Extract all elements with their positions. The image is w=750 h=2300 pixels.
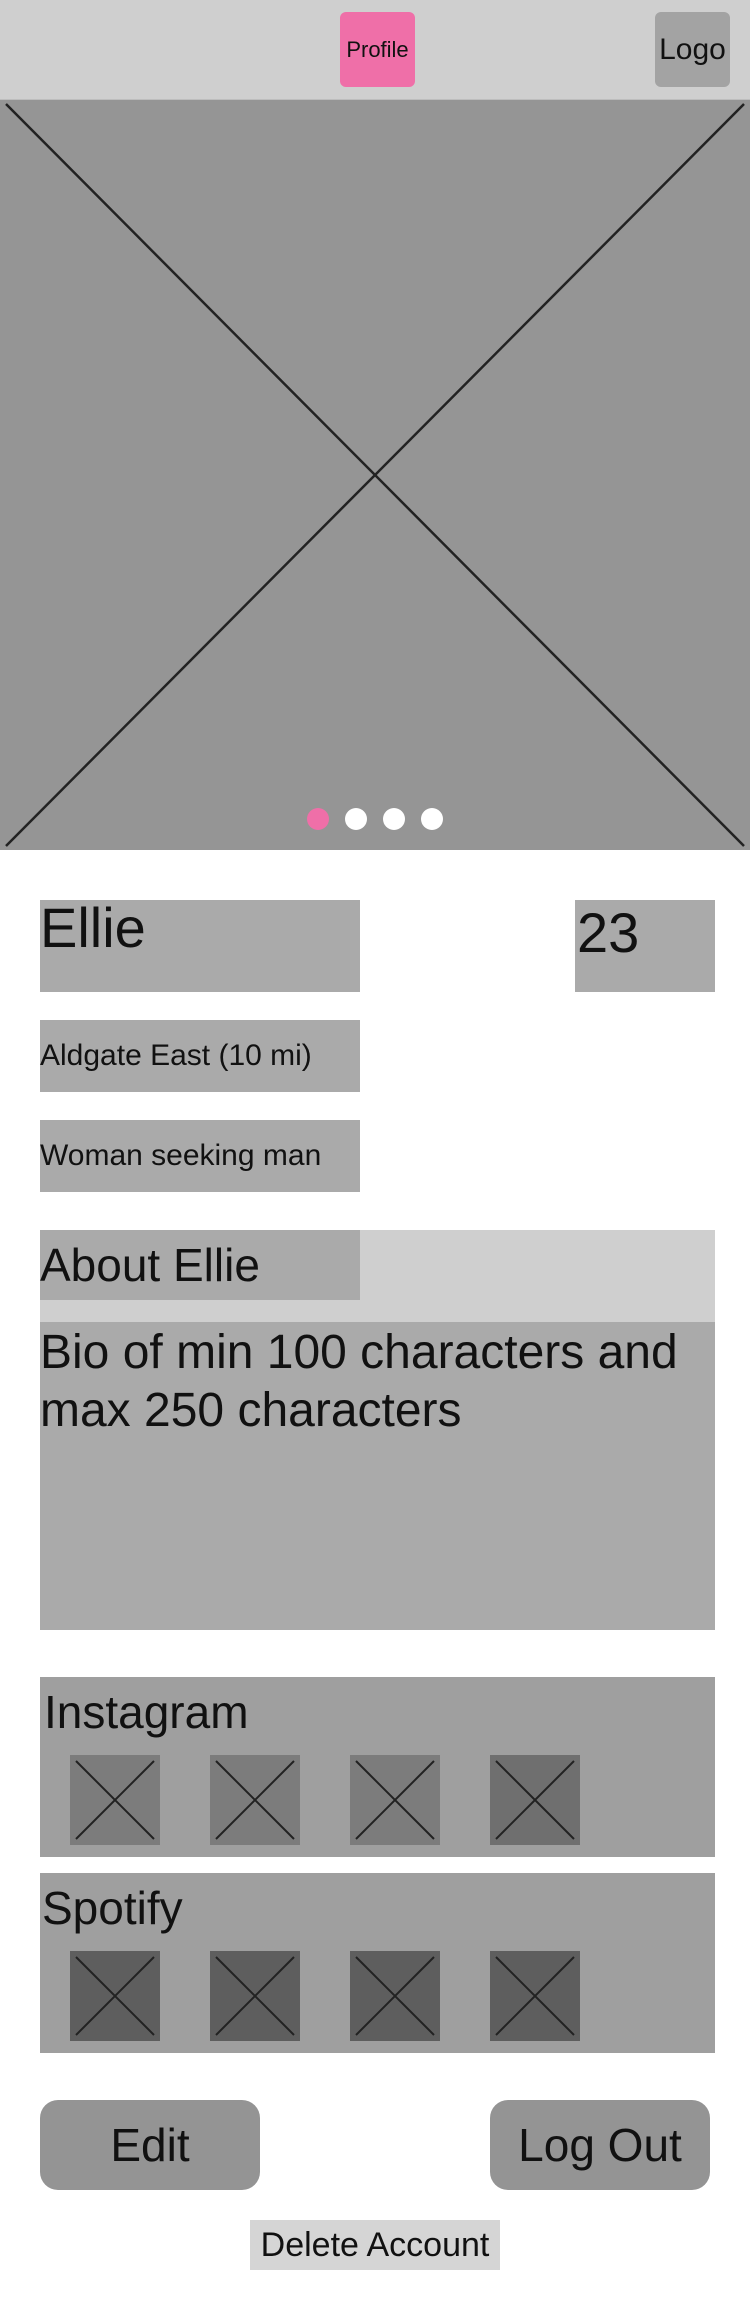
instagram-thumbnail[interactable] [210,1755,300,1845]
spotify-section: Spotify [40,1873,715,2053]
instagram-section: Instagram [40,1677,715,1857]
carousel-dot-3[interactable] [383,808,405,830]
instagram-thumbnail[interactable] [70,1755,160,1845]
about-title: About Ellie [40,1230,360,1300]
spotify-thumbnail[interactable] [210,1951,300,2041]
profile-age: 23 [575,900,715,992]
instagram-thumbnail[interactable] [490,1755,580,1845]
image-placeholder-icon [75,1760,155,1840]
profile-photo[interactable] [0,100,750,850]
spotify-thumbnails [70,1951,580,2041]
profile-location: Aldgate East (10 mi) [40,1020,360,1092]
spotify-thumbnail[interactable] [350,1951,440,2041]
carousel-dot-4[interactable] [421,808,443,830]
logo-label: Logo [659,32,726,66]
delete-account-button[interactable]: Delete Account [250,2220,500,2270]
edit-button[interactable]: Edit [40,2100,260,2190]
image-placeholder-icon [355,1760,435,1840]
instagram-title: Instagram [44,1686,249,1738]
carousel-dot-1[interactable] [307,808,329,830]
about-bio: Bio of min 100 characters and max 250 ch… [40,1322,715,1630]
image-placeholder-icon [5,103,745,847]
image-placeholder-icon [355,1956,435,2036]
spotify-thumbnail[interactable] [490,1951,580,2041]
image-placeholder-icon [215,1956,295,2036]
spotify-thumbnail[interactable] [70,1951,160,2041]
profile-seeking: Woman seeking man [40,1120,360,1192]
logo: Logo [655,12,730,87]
image-placeholder-icon [495,1760,575,1840]
profile-button-label: Profile [346,36,409,62]
carousel-indicators [0,808,750,832]
instagram-thumbnails [70,1755,580,1845]
logout-button[interactable]: Log Out [490,2100,710,2190]
edit-button-label: Edit [110,2119,190,2171]
delete-account-label: Delete Account [260,2225,490,2264]
profile-name: Ellie [40,900,360,992]
spotify-title: Spotify [42,1882,183,1934]
profile-button[interactable]: Profile [340,12,415,87]
image-placeholder-icon [215,1760,295,1840]
image-placeholder-icon [75,1956,155,2036]
image-placeholder-icon [495,1956,575,2036]
instagram-thumbnail[interactable] [350,1755,440,1845]
carousel-dot-2[interactable] [345,808,367,830]
logout-button-label: Log Out [518,2119,682,2171]
